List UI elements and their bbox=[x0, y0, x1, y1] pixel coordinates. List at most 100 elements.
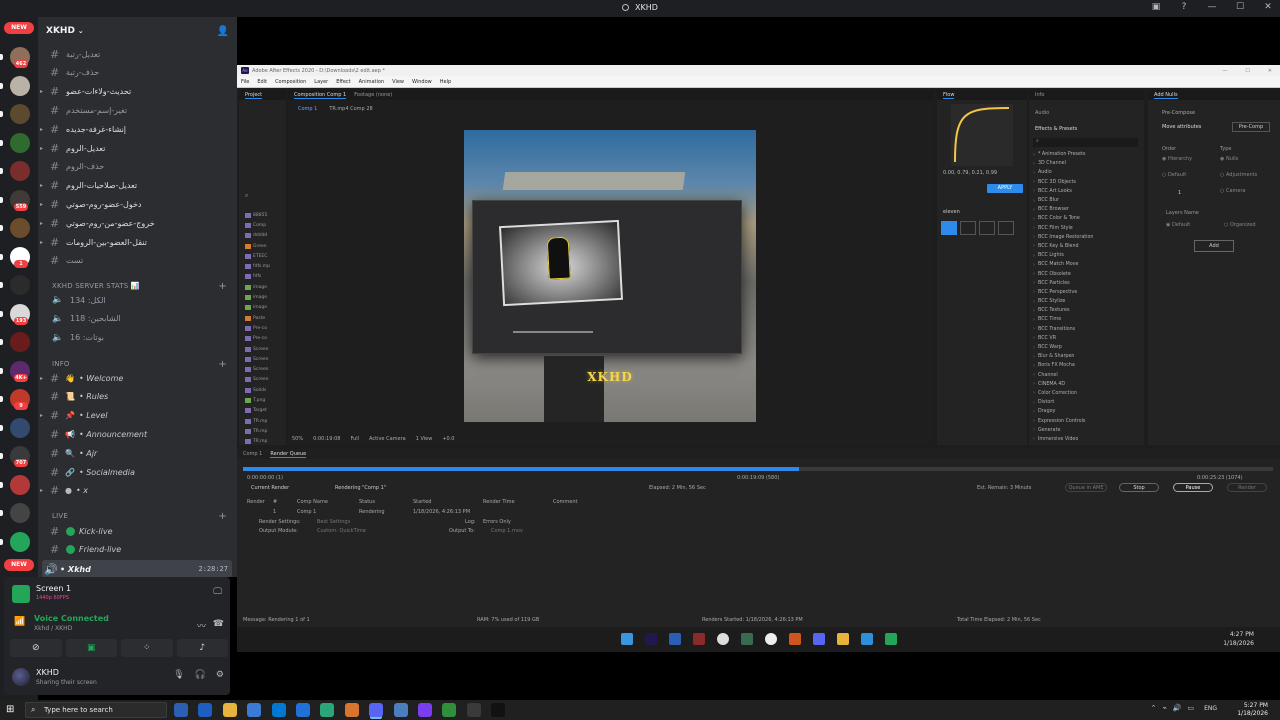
battery-icon[interactable]: ▭ bbox=[1187, 704, 1194, 712]
ae-menu-item[interactable]: Window bbox=[412, 79, 432, 85]
effect-category[interactable]: Expression Controls bbox=[1033, 416, 1093, 425]
server-icon[interactable] bbox=[10, 332, 30, 352]
layers-default-radio[interactable]: ◉ Default bbox=[1166, 222, 1190, 228]
new-unreads-pill[interactable]: NEW bbox=[4, 22, 34, 34]
live-channel[interactable]: # Kick-live bbox=[38, 522, 237, 540]
camera-select[interactable]: Active Camera bbox=[369, 436, 406, 442]
new-unreads-pill-bottom[interactable]: NEW bbox=[4, 559, 34, 571]
type-adjustments-radio[interactable]: ○ Adjustments bbox=[1220, 172, 1257, 178]
start-button-icon[interactable]: ⊞ bbox=[6, 704, 18, 716]
effect-category[interactable]: BCC Color & Tone bbox=[1033, 214, 1093, 223]
noise-suppression-icon[interactable]: 〰 bbox=[197, 619, 206, 632]
tab-info[interactable]: Info bbox=[1035, 92, 1044, 98]
voice-channel-path[interactable]: Xkhd / XKHD bbox=[34, 625, 72, 632]
render-settings-value[interactable]: Best Settings bbox=[317, 519, 350, 525]
project-item[interactable]: Screen bbox=[245, 344, 281, 354]
project-item[interactable]: Comp bbox=[245, 220, 281, 230]
text-channel[interactable]: ▸ # دخول-عضو-روم-صوتي bbox=[38, 195, 237, 213]
table-row[interactable]: 1 Comp 1 Rendering 1/18/2026, 4:26:13 PM bbox=[247, 509, 1277, 517]
server-icon[interactable] bbox=[10, 104, 30, 124]
language-indicator[interactable]: ENG bbox=[1204, 705, 1217, 712]
current-time[interactable]: 0:00:19:08 bbox=[313, 436, 340, 442]
project-item[interactable]: Pre-co bbox=[245, 323, 281, 333]
category-live[interactable]: LIVE + bbox=[38, 509, 237, 523]
signal-icon[interactable]: 📶 bbox=[14, 617, 25, 627]
text-channel[interactable]: ▸ # إنشاء-غرفة-جديده bbox=[38, 120, 237, 138]
voice-stat-channel[interactable]: 🔈 الشابحين: 118 bbox=[38, 310, 237, 328]
preset-swatch[interactable] bbox=[998, 221, 1014, 235]
project-item[interactable]: 88855 bbox=[245, 210, 281, 220]
text-channel[interactable]: ▸ # 👋 • Welcome bbox=[38, 369, 237, 387]
effect-category[interactable]: Color Correction bbox=[1033, 389, 1093, 398]
text-channel[interactable]: ▸ # تعديل-الروم bbox=[38, 139, 237, 157]
app-icon[interactable] bbox=[418, 703, 432, 717]
ae-menu-item[interactable]: Composition bbox=[275, 79, 306, 85]
taskbar-search-input[interactable]: ⌕ Type here to search bbox=[25, 702, 167, 718]
comp-viewer[interactable]: XKHD bbox=[464, 130, 756, 422]
text-channel[interactable]: # حذف-رتبة bbox=[38, 64, 237, 82]
server-icon[interactable] bbox=[10, 474, 30, 495]
project-item[interactable]: fdfs bbox=[245, 272, 281, 282]
comp-subtab-2[interactable]: TR.mp4 Comp 28 bbox=[329, 106, 372, 112]
project-item[interactable]: image bbox=[245, 292, 281, 302]
invite-people-icon[interactable]: 👤 bbox=[217, 26, 229, 37]
project-item[interactable]: Screen bbox=[245, 364, 281, 374]
server-icon[interactable] bbox=[10, 132, 30, 153]
project-item[interactable]: Pre-co bbox=[245, 334, 281, 344]
column-header[interactable]: Render Time bbox=[483, 499, 515, 505]
ae-menu-item[interactable]: Edit bbox=[257, 79, 267, 85]
column-header[interactable]: Render bbox=[247, 499, 265, 505]
flow-preset-select[interactable]: eleven bbox=[943, 209, 960, 215]
text-channel[interactable]: # تغير-إسم-مستخدم bbox=[38, 101, 237, 119]
ae-menu-item[interactable]: Help bbox=[440, 79, 451, 85]
project-item[interactable]: Screen bbox=[245, 375, 281, 385]
tab-add-nulls[interactable]: Add Nulls bbox=[1154, 92, 1178, 99]
discord-icon[interactable] bbox=[369, 703, 384, 717]
ae-menu-item[interactable]: Layer bbox=[314, 79, 328, 85]
project-item[interactable]: ddddd bbox=[245, 231, 281, 241]
type-nulls-radio[interactable]: ◉ Nulls bbox=[1220, 156, 1238, 162]
word-icon[interactable] bbox=[198, 703, 213, 717]
order-hierarchy-radio[interactable]: ◉ Hierarchy bbox=[1162, 156, 1192, 162]
ae-menu-item[interactable]: File bbox=[241, 79, 249, 85]
text-channel[interactable]: ▸ # تعديل-صلاحيات-الروم bbox=[38, 177, 237, 195]
preset-swatch[interactable] bbox=[960, 221, 976, 235]
ae-maximize[interactable]: ☐ bbox=[1245, 68, 1249, 74]
effect-category[interactable]: BCC Stylize bbox=[1033, 297, 1093, 306]
effect-category[interactable]: Distort bbox=[1033, 398, 1093, 407]
effect-category[interactable]: BCC Match Move bbox=[1033, 260, 1093, 269]
views-select[interactable]: 1 View bbox=[416, 436, 433, 442]
outlook-icon[interactable] bbox=[271, 703, 286, 717]
text-channel[interactable]: ▸ # ● • x bbox=[38, 482, 237, 500]
project-item[interactable]: ETEEC bbox=[245, 251, 281, 261]
column-header[interactable]: Status bbox=[359, 499, 375, 505]
precomp-button[interactable]: Pre-Comp bbox=[1232, 122, 1270, 132]
effect-category[interactable]: Blur & Sharpen bbox=[1033, 352, 1093, 361]
column-header[interactable]: Comp Name bbox=[297, 499, 328, 505]
server-icon[interactable] bbox=[10, 161, 30, 181]
chevron-up-icon[interactable]: ⌃ bbox=[1151, 704, 1157, 712]
tab-footage[interactable]: Footage (none) bbox=[354, 92, 392, 98]
order-default-radio[interactable]: ○ Default bbox=[1162, 172, 1186, 178]
app-icon[interactable] bbox=[344, 703, 359, 717]
effect-category[interactable]: BCC Lights bbox=[1033, 251, 1093, 260]
effect-category[interactable]: BCC Art Looks bbox=[1033, 187, 1093, 196]
tab-render-queue[interactable]: Render Queue bbox=[270, 451, 307, 458]
project-item[interactable]: image bbox=[245, 303, 281, 313]
flow-curve-graph[interactable] bbox=[951, 104, 1013, 166]
project-item[interactable]: image bbox=[245, 282, 281, 292]
tab-composition[interactable]: Composition Comp 1 bbox=[294, 92, 347, 99]
app-icon[interactable] bbox=[296, 703, 310, 717]
comp-subtab-1[interactable]: Comp 1 bbox=[298, 106, 317, 112]
effect-category[interactable]: BCC VR bbox=[1033, 334, 1093, 343]
project-item[interactable]: Target bbox=[245, 406, 281, 416]
text-channel[interactable]: ▸ # تحديث-ولاءات-عضو bbox=[38, 83, 237, 101]
effect-category[interactable]: BCC 3D Objects bbox=[1033, 178, 1093, 187]
effect-category[interactable]: BCC Time bbox=[1033, 315, 1093, 324]
output-module-value[interactable]: Custom: QuickTime bbox=[317, 528, 366, 534]
ae-menu-item[interactable]: Animation bbox=[359, 79, 385, 85]
text-channel[interactable]: ▸ # 📌 • Level bbox=[38, 407, 237, 425]
output-to-value[interactable]: Comp 1.mov bbox=[491, 528, 523, 534]
live-channel[interactable]: # Friend-live bbox=[38, 541, 237, 559]
effect-category[interactable]: Audio bbox=[1033, 168, 1093, 177]
